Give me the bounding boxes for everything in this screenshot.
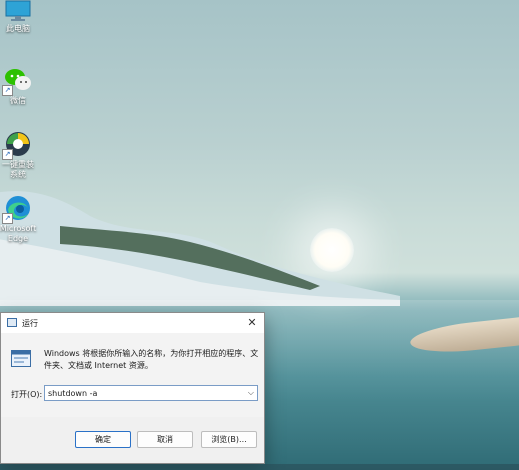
run-command-input[interactable]: shutdown -a ⌵ bbox=[44, 385, 258, 401]
wechat-icon: ↗ bbox=[2, 66, 32, 96]
dialog-titlebar[interactable]: 运行 ✕ bbox=[1, 313, 264, 333]
run-dialog: 运行 ✕ Windows 将根据你所输入的名称，为你打开相应的程序、文件夹、文档… bbox=[0, 312, 265, 464]
desktop-icon-label: 此电脑 bbox=[6, 24, 30, 33]
ok-button[interactable]: 确定 bbox=[75, 431, 131, 448]
chevron-down-icon[interactable]: ⌵ bbox=[248, 388, 254, 398]
desktop-icon-label: 微信 bbox=[10, 96, 26, 105]
close-button[interactable]: ✕ bbox=[243, 314, 261, 332]
shortcut-arrow-icon: ↗ bbox=[2, 149, 13, 160]
reinstall-system-icon: ↗ bbox=[2, 130, 32, 160]
snowy-hill bbox=[0, 191, 400, 306]
desktop-icon-wechat[interactable]: ↗ 微信 bbox=[0, 66, 38, 106]
monitor-icon bbox=[4, 0, 32, 22]
close-icon: ✕ bbox=[247, 316, 257, 329]
desktop-icon-label: Microsoft bbox=[0, 224, 37, 233]
desktop-icon-label: 一键重装 bbox=[2, 160, 34, 169]
run-command-value[interactable]: shutdown -a bbox=[48, 389, 97, 398]
button-row: 确定 取消 浏览(B)... bbox=[1, 417, 264, 463]
desktop-icon-label-line2: Edge bbox=[7, 234, 29, 243]
run-description: Windows 将根据你所输入的名称，为你打开相应的程序、文件夹、文档或 Int… bbox=[44, 349, 259, 370]
open-label: 打开(O): bbox=[11, 390, 43, 399]
shortcut-arrow-icon: ↗ bbox=[2, 85, 13, 96]
edge-icon: ↗ bbox=[2, 194, 32, 224]
cancel-button[interactable]: 取消 bbox=[137, 431, 193, 448]
dialog-title: 运行 bbox=[22, 319, 38, 328]
browse-button[interactable]: 浏览(B)... bbox=[201, 431, 257, 448]
desktop-icon-edge[interactable]: ↗ Microsoft Edge bbox=[0, 194, 38, 244]
desktop-icon-this-pc[interactable]: 此电脑 bbox=[0, 0, 38, 34]
taskbar-edge bbox=[0, 464, 519, 470]
run-app-icon bbox=[7, 318, 17, 327]
desktop-icon-reinstall[interactable]: ↗ 一键重装 系统 bbox=[0, 130, 38, 180]
desktop-icon-label-line2: 系统 bbox=[10, 170, 26, 179]
run-window-icon bbox=[11, 350, 31, 367]
shortcut-arrow-icon: ↗ bbox=[2, 213, 13, 224]
